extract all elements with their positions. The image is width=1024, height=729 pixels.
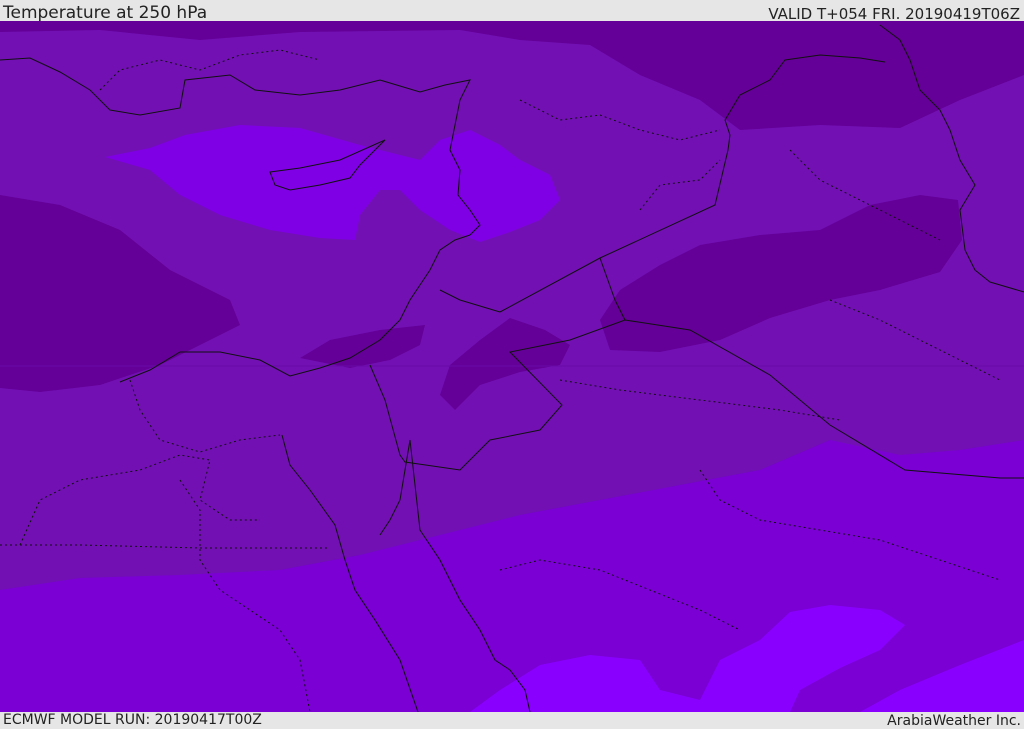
- map-canvas[interactable]: [0, 21, 1024, 712]
- temperature-map: [0, 21, 1024, 712]
- header-bar: Temperature at 250 hPa VALID T+054 FRI. …: [0, 0, 1024, 23]
- map-title: Temperature at 250 hPa: [3, 3, 208, 23]
- footer-bar: ECMWF MODEL RUN: 20190417T00Z ArabiaWeat…: [0, 712, 1024, 729]
- credit-label: ArabiaWeather Inc.: [887, 713, 1021, 729]
- model-run: ECMWF MODEL RUN: 20190417T00Z: [3, 712, 262, 728]
